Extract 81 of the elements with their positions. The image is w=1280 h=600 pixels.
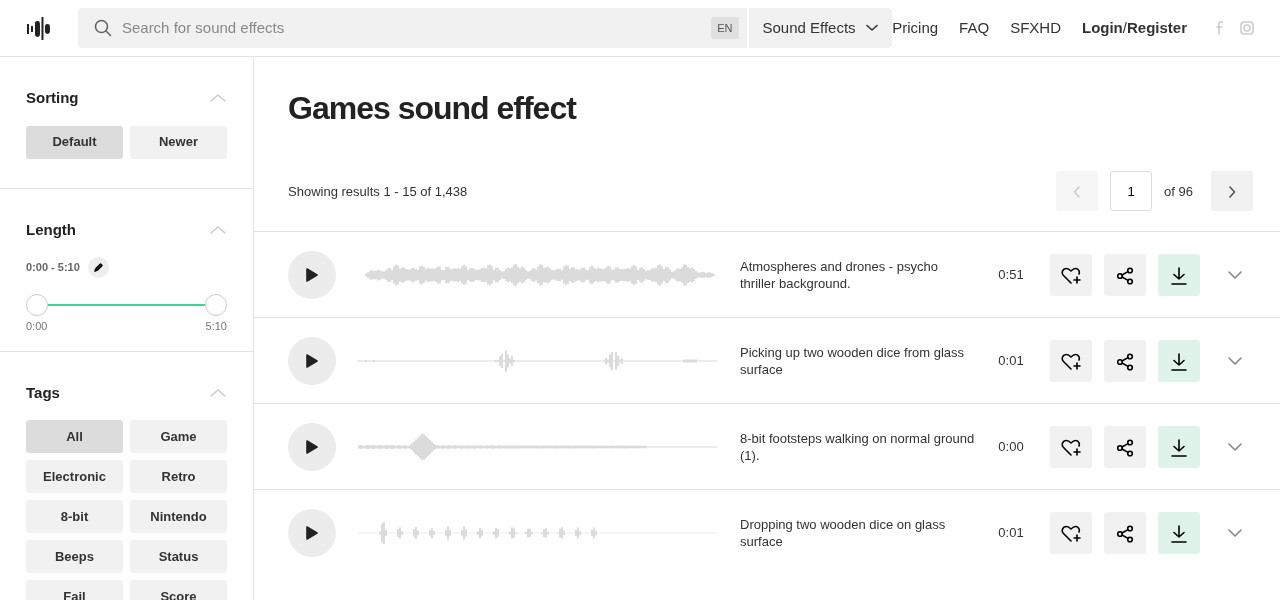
edit-button[interactable] [87,257,109,278]
slider-handle[interactable] [205,294,227,316]
heart-plus-icon [1061,438,1081,457]
nav-link[interactable]: Pricing [892,16,939,40]
expand-icon[interactable] [1228,528,1242,537]
section-title: Length [26,219,76,240]
page-number-field[interactable]: 1 [1110,171,1153,212]
share-button[interactable] [1104,253,1146,296]
caret-icon [866,24,879,32]
expand-icon[interactable] [1228,270,1242,279]
page-count: of 96 [1164,182,1193,201]
download-icon [1170,352,1188,371]
play-icon [306,439,318,454]
section-title: Sorting [26,88,79,108]
tag-button[interactable]: All [26,420,123,453]
favorite-button[interactable] [1050,425,1092,468]
tag-button[interactable]: Retro [130,460,227,493]
length-range: 0:00 - 5:10 [26,260,80,276]
play-button[interactable] [288,336,336,385]
section-title: Tags [26,382,60,403]
category-dropdown[interactable]: Sound Effects [746,8,893,48]
share-button[interactable] [1104,339,1146,382]
download-button[interactable] [1158,339,1200,382]
tag-button[interactable]: Beeps [26,540,123,573]
nav-link[interactable]: SFXHD [1010,16,1061,40]
download-icon [1170,524,1188,543]
heart-plus-icon [1061,352,1081,371]
play-icon [306,525,318,540]
tag-button[interactable]: Status [130,540,227,573]
tag-button[interactable]: Nintendo [130,500,227,533]
play-button[interactable] [288,250,336,299]
heart-plus-icon [1061,266,1081,285]
slider-handle[interactable] [26,294,48,316]
page-title: Games sound effect [287,89,578,128]
duration: 0:01 [997,524,1025,543]
share-icon [1116,524,1134,543]
download-button[interactable] [1158,253,1200,296]
sound-title: Atmospheres and drones - psycho thriller background. [740,257,939,292]
play-button[interactable] [288,422,336,471]
sound-title: Dropping two wooden dice on glass surface [740,515,947,550]
tag-button[interactable]: Electronic [26,460,123,493]
favorite-button[interactable] [1050,511,1092,554]
expand-icon[interactable] [1228,442,1242,451]
sort-option[interactable]: Newer [130,125,227,159]
play-icon [306,267,318,282]
duration: 0:01 [997,352,1025,371]
results-count: Showing results 1 - 15 of 1,438 [288,182,468,201]
search-icon [93,19,112,37]
chevron-left-icon [1073,186,1082,199]
download-icon [1170,266,1188,285]
max-label: 5:10 [205,319,227,334]
heart-plus-icon [1061,524,1081,543]
play-icon [306,353,318,368]
download-button[interactable] [1158,511,1200,554]
tag-button[interactable]: 8-bit [26,500,123,533]
tag-button[interactable]: Game [130,420,227,453]
favorite-button[interactable] [1050,253,1092,296]
sort-option[interactable]: Default [26,125,123,159]
pencil-icon [93,263,103,272]
duration: 0:00 [997,438,1025,457]
favorite-button[interactable] [1050,339,1092,382]
share-icon [1116,352,1134,371]
share-button[interactable] [1104,425,1146,468]
share-icon [1116,266,1134,285]
sound-title: 8-bit footsteps walking on normal ground (1). [740,429,976,464]
tag-button[interactable]: Score [130,580,227,600]
tag-button[interactable]: Fail [26,580,123,600]
sound-title: Picking up two wooden dice from glass surface [740,343,965,378]
chevron-right-icon [1228,186,1236,199]
download-icon [1170,438,1188,457]
play-button[interactable] [288,508,336,557]
share-icon [1116,438,1134,457]
min-label: 0:00 [26,319,48,334]
share-button[interactable] [1104,511,1146,554]
download-button[interactable] [1158,425,1200,468]
duration: 0:51 [997,266,1025,285]
nav-link[interactable]: Login/Register [1081,16,1187,40]
expand-icon[interactable] [1228,356,1242,365]
nav-link[interactable]: FAQ [959,16,990,40]
search-field[interactable]: Search for sound effects EN [77,8,747,48]
language-button[interactable]: EN [711,16,739,40]
